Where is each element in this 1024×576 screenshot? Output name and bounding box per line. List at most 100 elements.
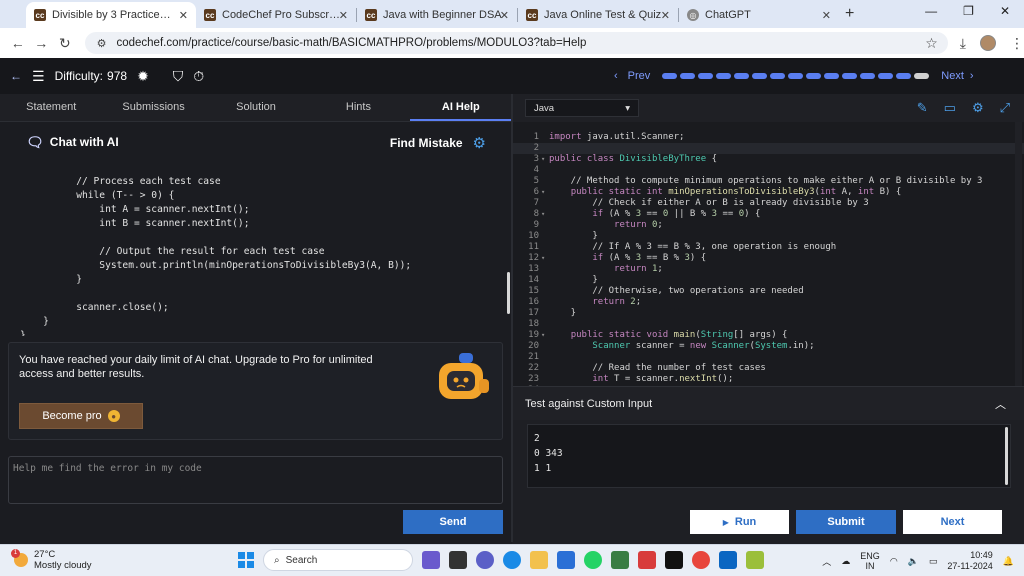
teams-icon[interactable] xyxy=(476,551,494,569)
progress-segment[interactable] xyxy=(680,73,696,79)
progress-segment[interactable] xyxy=(716,73,732,79)
close-window-icon[interactable]: ✕ xyxy=(1000,4,1010,18)
github-icon[interactable] xyxy=(665,551,683,569)
progress-segment[interactable] xyxy=(860,73,876,79)
reload-icon[interactable]: ↻ xyxy=(53,35,77,52)
store-icon[interactable] xyxy=(557,551,575,569)
cloud-icon[interactable]: ☁ xyxy=(841,556,850,567)
progress-segment-current[interactable] xyxy=(914,73,930,79)
copilot-icon[interactable] xyxy=(422,551,440,569)
windows-start-icon[interactable] xyxy=(238,552,254,568)
progress-segment[interactable] xyxy=(698,73,714,79)
chat-scrollbar[interactable] xyxy=(507,272,510,314)
comment-icon[interactable]: ▭ xyxy=(944,100,956,116)
fullscreen-icon[interactable]: ⤢ xyxy=(1000,100,1010,116)
photos-icon[interactable] xyxy=(611,551,629,569)
close-icon[interactable]: ✕ xyxy=(179,9,188,22)
taskbar-search[interactable]: ⌕ Search xyxy=(263,549,413,571)
close-icon[interactable]: ✕ xyxy=(822,9,831,22)
speaker-icon[interactable]: 🔈 xyxy=(908,556,919,567)
language-indicator[interactable]: ENG IN xyxy=(860,551,880,571)
tab-ai-help[interactable]: AI Help xyxy=(409,94,513,121)
url-field[interactable]: ⚙ codechef.com/practice/course/basic-mat… xyxy=(84,32,948,54)
difficulty-label: Difficulty: xyxy=(54,69,104,83)
submit-button[interactable]: Submit xyxy=(796,510,896,534)
progress-segment[interactable] xyxy=(662,73,678,79)
editor-line: 7 // Check if either A or B is already d… xyxy=(533,198,869,208)
progress-segment[interactable] xyxy=(878,73,894,79)
close-icon[interactable]: ✕ xyxy=(661,9,670,22)
edge-icon[interactable] xyxy=(503,551,521,569)
progress-segment[interactable] xyxy=(770,73,786,79)
run-button[interactable]: ▶ Run xyxy=(690,510,789,534)
minimize-icon[interactable]: — xyxy=(925,4,937,18)
restore-icon[interactable]: ❐ xyxy=(963,4,974,18)
forward-icon[interactable]: → xyxy=(30,35,54,51)
prev-link[interactable]: Prev xyxy=(628,70,651,82)
browser-tab-5[interactable]: ◎ ChatGPT ✕ xyxy=(679,2,839,28)
back-arrow-icon[interactable]: ← xyxy=(10,69,22,83)
progress-segment[interactable] xyxy=(788,73,804,79)
prev-chevron-icon[interactable]: ‹ xyxy=(614,70,618,82)
tab-solution[interactable]: Solution xyxy=(205,94,307,121)
chevron-up-icon[interactable]: ︿ xyxy=(822,555,831,568)
progress-segment[interactable] xyxy=(842,73,858,79)
timer-icon[interactable]: ⏱ xyxy=(193,68,204,85)
gear-icon[interactable]: ⚙ xyxy=(473,134,486,152)
find-mistake[interactable]: Find Mistake ⚙ xyxy=(390,134,486,152)
progress-segment[interactable] xyxy=(734,73,750,79)
clock[interactable]: 10:49 27-11-2024 xyxy=(947,550,992,572)
progress-segment[interactable] xyxy=(752,73,768,79)
bookmark-icon[interactable]: ⛉ xyxy=(173,68,184,85)
progress-segment[interactable] xyxy=(824,73,840,79)
task-view-icon[interactable] xyxy=(449,551,467,569)
settings-icon[interactable]: ⚙ xyxy=(972,100,984,116)
browser-tab-1[interactable]: cc Divisible by 3 Practice Problem ✕ xyxy=(26,2,196,28)
progress-segment[interactable] xyxy=(806,73,822,79)
weather-widget[interactable]: 1 27°C Mostly cloudy xyxy=(11,549,92,571)
back-icon[interactable]: ← xyxy=(6,35,30,51)
wifi-icon[interactable]: ◠ xyxy=(890,556,898,567)
new-tab-button[interactable]: + xyxy=(845,5,854,23)
whatsapp-icon[interactable] xyxy=(584,551,602,569)
next-chevron-icon[interactable]: › xyxy=(970,70,974,82)
maps-icon[interactable] xyxy=(746,551,764,569)
site-info-icon[interactable]: ⚙ xyxy=(97,37,107,50)
download-icon[interactable]: ⤓ xyxy=(960,35,966,52)
find-mistake-label[interactable]: Find Mistake xyxy=(390,136,463,150)
menu-dots-icon[interactable]: ⋮ xyxy=(1010,35,1024,52)
notifications-icon[interactable]: 🔔 xyxy=(1003,556,1014,567)
battery-icon[interactable]: ▭ xyxy=(929,556,938,567)
editor-scrollbar[interactable] xyxy=(1015,122,1022,386)
chrome-icon[interactable] xyxy=(692,551,710,569)
chevron-up-icon[interactable]: ︿ xyxy=(995,396,1006,412)
bookmark-star-icon[interactable]: ☆ xyxy=(925,35,938,52)
youtube-icon[interactable] xyxy=(638,551,656,569)
tab-hints[interactable]: Hints xyxy=(307,94,409,121)
language-select[interactable]: Java ▾ xyxy=(525,99,639,117)
tab-statement[interactable]: Statement xyxy=(0,94,102,121)
custom-input-header[interactable]: Test against Custom Input ︿ xyxy=(513,386,1024,420)
input-scrollbar[interactable] xyxy=(1005,427,1008,485)
progress-segment[interactable] xyxy=(896,73,912,79)
close-icon[interactable]: ✕ xyxy=(500,9,509,22)
file-explorer-icon[interactable] xyxy=(530,551,548,569)
browser-tab-2[interactable]: cc CodeChef Pro Subscription - Pl ✕ xyxy=(196,2,356,28)
custom-input-field[interactable]: 2 0 343 1 1 xyxy=(527,424,1011,488)
linkedin-icon[interactable] xyxy=(719,551,737,569)
send-button[interactable]: Send xyxy=(403,510,503,534)
browser-tab-4[interactable]: cc Java Online Test & Quiz ✕ xyxy=(518,2,678,28)
magic-wand-icon[interactable]: ✎ xyxy=(917,100,928,116)
profile-avatar[interactable] xyxy=(979,35,996,51)
tab-submissions[interactable]: Submissions xyxy=(102,94,204,121)
close-icon[interactable]: ✕ xyxy=(339,9,348,22)
list-icon[interactable]: ☰ xyxy=(32,68,45,85)
chat-input[interactable]: Help me find the error in my code xyxy=(8,456,503,504)
become-pro-button[interactable]: Become pro ● xyxy=(19,403,143,429)
problem-topbar: ← ☰ Difficulty: 978 ✹ ⛉ ⏱ ‹ Prev Next › xyxy=(0,58,1024,94)
next-link[interactable]: Next xyxy=(941,70,964,82)
browser-tab-3[interactable]: cc Java with Beginner DSA ✕ xyxy=(357,2,517,28)
code-editor[interactable]: 1 import java.util.Scanner; 2 3 ▾ public cl… xyxy=(513,122,1024,386)
next-button[interactable]: Next xyxy=(903,510,1002,534)
theme-sun-icon[interactable]: ✹ xyxy=(137,68,149,85)
